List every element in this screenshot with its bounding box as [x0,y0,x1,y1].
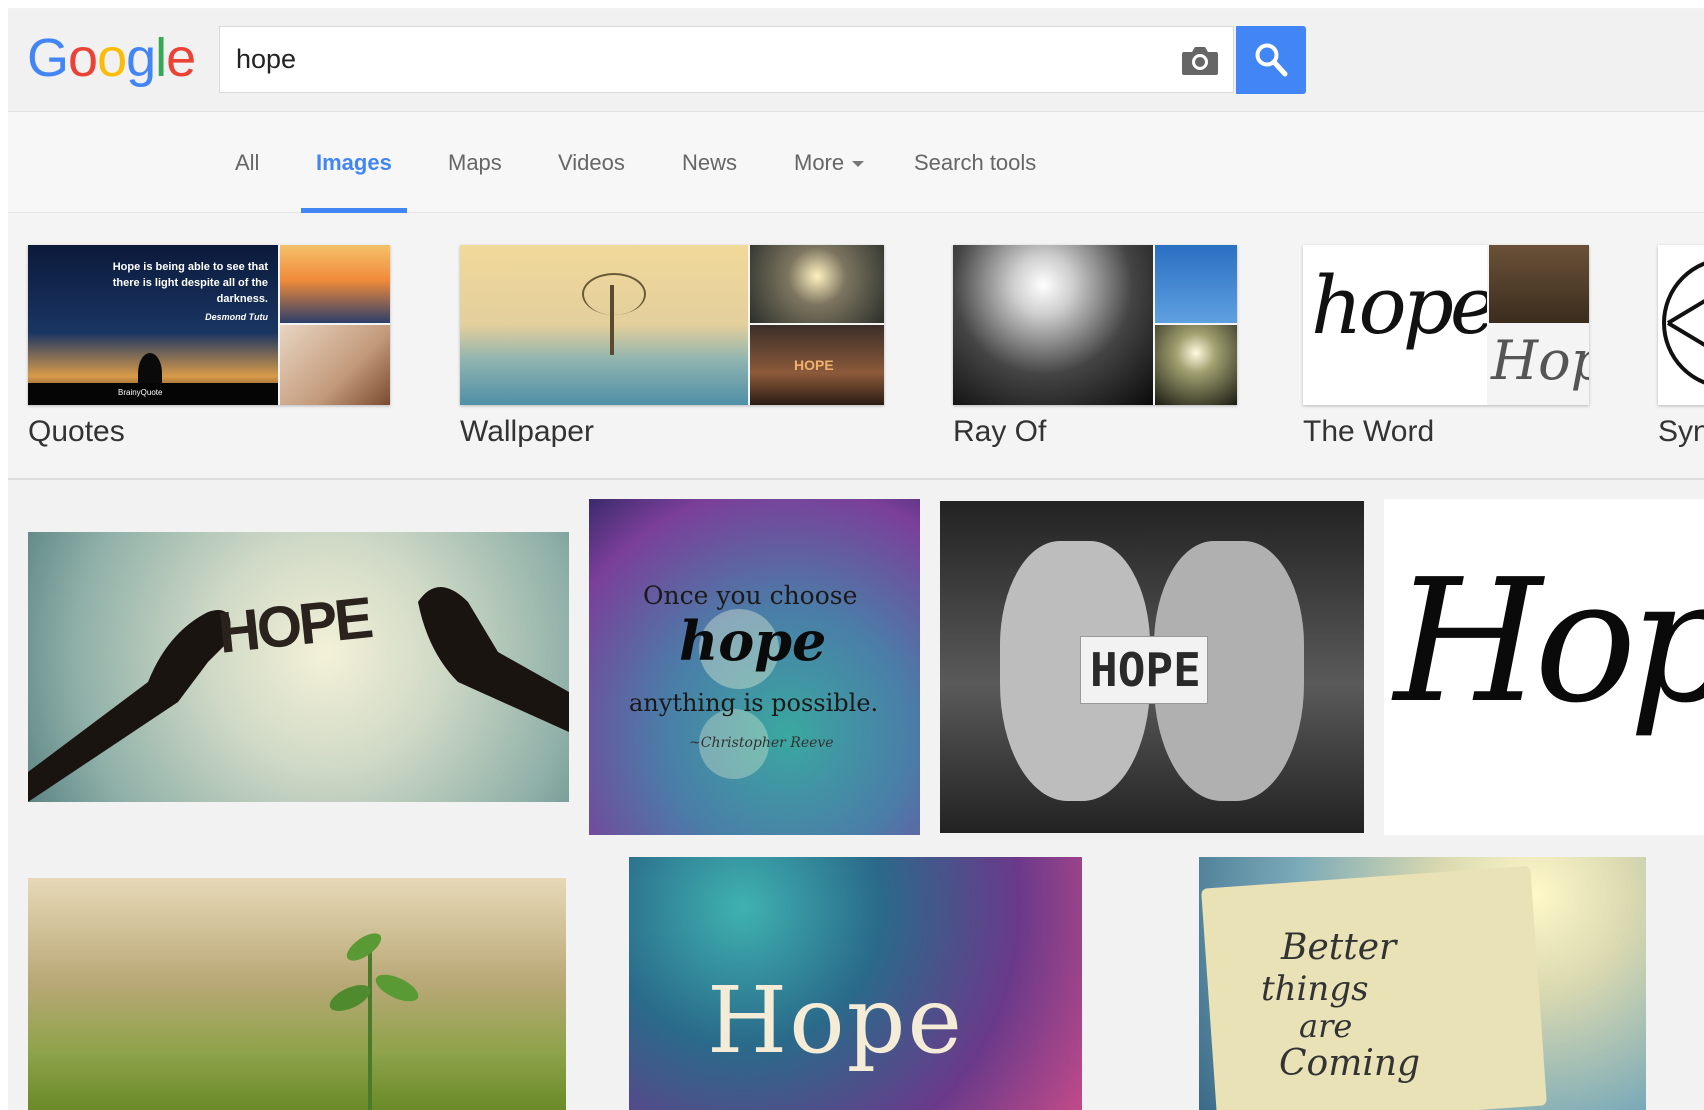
image-result-seedling[interactable] [28,878,566,1110]
tab-videos[interactable]: Videos [558,150,625,176]
cave-light-thumbnail [1155,325,1237,405]
note-line-2: things [1261,969,1369,1009]
logo-letter: o [68,28,98,88]
quote-line-3: anything is possible. [629,689,879,717]
related-card-label: Ray Of [953,415,1047,448]
tab-all[interactable]: All [235,150,259,176]
quote-signature: ~Christopher Reeve [689,735,834,751]
image-result-script-hope[interactable]: Hope [1384,499,1704,835]
logo-letter: l [155,28,167,88]
search-icon [1255,43,1288,77]
tab-more-label: More [794,150,845,175]
caret-down-icon [852,161,865,168]
search-box[interactable] [219,26,1234,93]
tree-field-thumbnail [460,245,748,405]
search-results-page: Google All Images Maps Videos News More [8,8,1704,1110]
quote-author: Desmond Tutu [205,312,268,322]
related-card-thumbnails: hope Hope [1303,245,1589,405]
related-card-ray-of[interactable]: Ray Of [953,245,1237,448]
image-result-quote-choose-hope[interactable]: Once you choose hope anything is possibl… [589,499,920,835]
quote-line-2: hope [679,609,827,673]
related-card-the-word[interactable]: hope Hope The Word [1303,245,1589,448]
image-result-text: HOPE [1090,643,1201,697]
google-logo[interactable]: Google [27,23,196,93]
note-line-1: Better [1281,927,1397,968]
light-beam-thumbnail [953,245,1153,405]
search-tabs: All Images Maps Videos News More Search … [8,112,1704,213]
thumbnail-text: HOPE [794,357,834,373]
related-card-wallpaper[interactable]: HOPE Wallpaper [460,245,884,448]
image-result-better-things[interactable]: Better things are Coming [1199,857,1646,1110]
search-button[interactable] [1236,26,1306,94]
hands-silhouette [28,587,569,802]
related-searches-strip: Hope is being able to see that there is … [8,213,1704,480]
tab-more[interactable]: More [794,150,865,176]
search-header: Google [8,11,1704,112]
tab-maps[interactable]: Maps [448,150,502,176]
wood-hope-thumbnail [1489,245,1589,323]
related-card-label: The Word [1303,415,1435,448]
related-card-thumbnails [953,245,1237,405]
note-line-4: Coming [1279,1043,1421,1084]
calligraphy-hope-thumbnail: Hope [1489,325,1589,405]
search-input[interactable] [236,39,1136,79]
logo-letter: e [166,28,196,88]
thumbnail-text: hope [1311,259,1487,352]
related-card-quotes[interactable]: Hope is being able to see that there is … [28,245,390,448]
logo-letter: g [126,28,156,88]
quote-text: Hope is being able to see that there is … [112,261,268,305]
image-result-galaxy-hope[interactable]: Hope [629,857,1082,1110]
logo-letter: o [97,28,127,88]
tab-images[interactable]: Images [316,150,392,176]
related-card-thumbnails: HOPE [460,245,884,405]
related-card-label: Syn [1658,415,1704,448]
quote-thumbnail: Hope is being able to see that there is … [28,245,278,405]
hand-thumbnail [280,325,390,405]
logo-letter: G [27,28,69,88]
related-card-label: Quotes [28,415,125,448]
search-tools-button[interactable]: Search tools [914,150,1036,176]
note-line-3: are [1299,1007,1353,1045]
reaching-hands-thumbnail [1155,245,1237,323]
related-card-thumbnails [1658,245,1704,405]
image-result-hands-hope[interactable]: HOPE [28,532,569,802]
related-card-thumbnails: Hope is being able to see that there is … [28,245,390,405]
sunset-thumbnail [280,245,390,323]
image-result-text: Hope [707,967,964,1074]
image-result-hands-hope-card[interactable]: HOPE [940,501,1364,833]
image-result-text: Hope [1394,543,1704,741]
related-card-label: Wallpaper [460,415,594,448]
quote-line-1: Once you choose [643,581,858,610]
tab-news[interactable]: News [682,150,737,176]
hope-letters-thumbnail: HOPE [750,325,884,405]
camera-icon[interactable] [1180,42,1220,78]
anchor-symbol-icon [1662,261,1704,385]
script-hope-thumbnail: hope [1303,245,1487,405]
light-rays-thumbnail [750,245,884,323]
related-card-symbol[interactable]: Syn [1658,245,1704,448]
thumbnail-text: Hope [1491,329,1589,392]
brand-watermark: BrainyQuote [118,388,163,397]
